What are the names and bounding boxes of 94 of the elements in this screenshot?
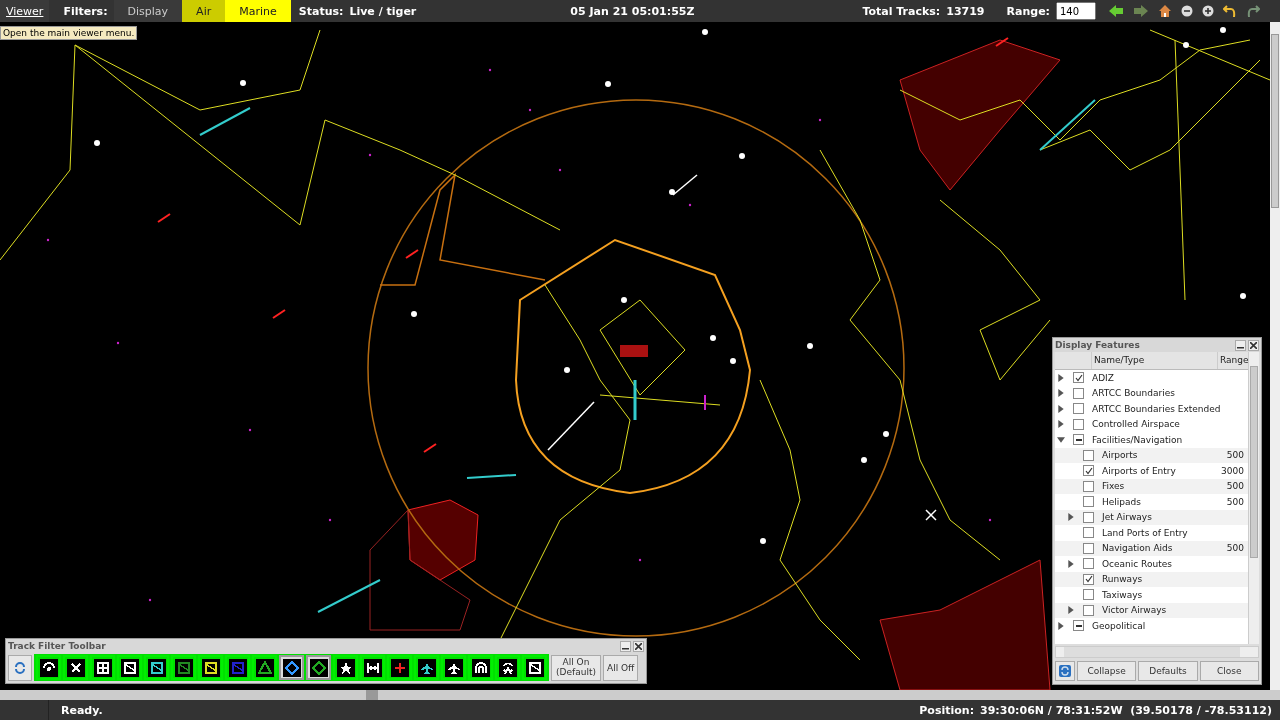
total-tracks-label: Total Tracks: <box>862 4 941 18</box>
checkmark-icon <box>1084 466 1093 475</box>
panel-title: Display Features <box>1055 340 1140 350</box>
tree-row[interactable]: Controlled Airspace <box>1055 416 1248 432</box>
feature-name: Jet Airways <box>1102 512 1153 523</box>
position-label: Position: <box>919 703 975 717</box>
feature-range: 500 <box>1225 496 1245 507</box>
feature-name: Controlled Airspace <box>1092 419 1181 430</box>
checkbox[interactable] <box>1083 542 1094 554</box>
refresh-icon <box>1059 665 1071 677</box>
checkbox[interactable] <box>1083 449 1094 461</box>
feature-name: Airports <box>1102 450 1139 461</box>
refresh-button[interactable] <box>8 654 32 681</box>
checkbox[interactable] <box>1083 480 1094 492</box>
minimize-button[interactable] <box>1235 339 1246 351</box>
feature-name: ADIZ <box>1092 372 1115 383</box>
expand-arrow-icon[interactable] <box>1057 389 1065 398</box>
checkbox[interactable] <box>1083 511 1094 523</box>
panel-button[interactable]: Close <box>1199 661 1259 681</box>
checkbox[interactable] <box>1073 403 1084 415</box>
checkbox[interactable] <box>1083 465 1094 477</box>
clock-time: 05 Jan 21 05:01:55Z <box>570 4 695 18</box>
panel-button[interactable]: Collapse <box>1077 661 1137 681</box>
close-icon <box>1250 341 1257 349</box>
panel-button[interactable]: Defaults <box>1138 661 1198 681</box>
menu-tooltip: Open the main viewer menu. <box>0 26 138 40</box>
close-icon <box>635 642 642 650</box>
feature-name: ARTCC Boundaries <box>1092 388 1176 399</box>
feature-range: 500 <box>1225 450 1245 461</box>
all-on-button[interactable]: All On (Default) <box>551 654 601 681</box>
checkbox[interactable] <box>1083 573 1094 585</box>
position-value: 39:30:06N / 78:31:52W (39.50178 / -78.53112) <box>980 703 1272 717</box>
expand-arrow-icon[interactable] <box>1067 513 1075 522</box>
range-label: Range: <box>1006 4 1050 18</box>
status-label: Status: <box>298 4 344 18</box>
total-tracks-value: 13719 <box>946 4 985 18</box>
scrollbar[interactable] <box>1055 646 1259 658</box>
expand-arrow-icon[interactable] <box>1057 621 1065 630</box>
column-header[interactable]: Name/Type <box>1092 352 1218 369</box>
expand-arrow-icon[interactable] <box>1067 606 1075 615</box>
range-input[interactable]: 140 <box>1056 2 1096 20</box>
scrollbar[interactable] <box>0 690 1280 700</box>
feature-name: Taxiways <box>1102 589 1144 600</box>
checkbox[interactable] <box>1083 589 1094 601</box>
expand-arrow-icon[interactable] <box>1067 559 1075 568</box>
checkbox[interactable] <box>1073 620 1084 632</box>
column-header[interactable]: Range <box>1218 352 1248 369</box>
feature-name: ARTCC Boundaries Extended <box>1092 403 1222 414</box>
collapse-arrow-icon[interactable] <box>1057 435 1065 444</box>
feature-range: 500 <box>1225 543 1245 554</box>
feature-name: Victor Airways <box>1102 605 1168 616</box>
filter-toggle[interactable]: Air <box>182 0 226 22</box>
close-button[interactable] <box>1248 339 1259 351</box>
feature-name: Fixes <box>1102 481 1126 492</box>
feature-range: 500 <box>1225 481 1245 492</box>
tree-row[interactable]: ARTCC Boundaries <box>1055 385 1248 401</box>
scrollbar[interactable] <box>1270 22 1280 690</box>
refresh-button[interactable] <box>1055 661 1075 681</box>
expand-arrow-icon[interactable] <box>1057 404 1065 413</box>
feature-range: 3000 <box>1220 465 1245 476</box>
feature-name: Navigation Aids <box>1102 543 1174 554</box>
feature-name: Facilities/Navigation <box>1092 434 1184 445</box>
feature-name: Geopolitical <box>1092 620 1147 631</box>
checkbox[interactable] <box>1083 604 1094 616</box>
checkbox[interactable] <box>1083 527 1094 539</box>
checkbox[interactable] <box>1073 387 1084 399</box>
checkmark-icon <box>1084 575 1093 584</box>
checkbox[interactable] <box>1073 434 1084 446</box>
all-off-button[interactable]: All Off <box>603 654 639 681</box>
checkbox[interactable] <box>1073 372 1084 384</box>
zoom-in-button[interactable] <box>1200 5 1216 17</box>
checkbox[interactable] <box>1083 496 1094 508</box>
feature-name: Land Ports of Entry <box>1102 527 1189 538</box>
viewer-menu-button[interactable]: Viewer <box>0 0 50 22</box>
checkmark-icon <box>1074 373 1083 382</box>
status-value: Live / tiger <box>349 4 417 18</box>
feature-name: Oceanic Routes <box>1102 558 1173 569</box>
checkbox[interactable] <box>1073 418 1084 430</box>
feature-name: Runways <box>1102 574 1144 585</box>
close-button[interactable] <box>633 640 644 652</box>
feature-name: Helipads <box>1102 496 1142 507</box>
filters-label: Filters: <box>63 4 108 18</box>
checkbox[interactable] <box>1083 558 1094 570</box>
expand-arrow-icon[interactable] <box>1057 420 1065 429</box>
toolbar-title: Track Filter Toolbar <box>8 641 106 651</box>
scrollbar[interactable] <box>1248 352 1259 644</box>
zoom-out-button[interactable] <box>1179 5 1195 17</box>
filter-toggle[interactable]: Marine <box>225 0 291 22</box>
feature-name: Airports of Entry <box>1102 465 1177 476</box>
expand-arrow-icon[interactable] <box>1057 373 1065 382</box>
filter-toggle[interactable]: Display <box>113 0 183 22</box>
refresh-icon <box>13 660 27 675</box>
minimize-button[interactable] <box>620 640 631 652</box>
status-message: Ready. <box>61 703 103 717</box>
